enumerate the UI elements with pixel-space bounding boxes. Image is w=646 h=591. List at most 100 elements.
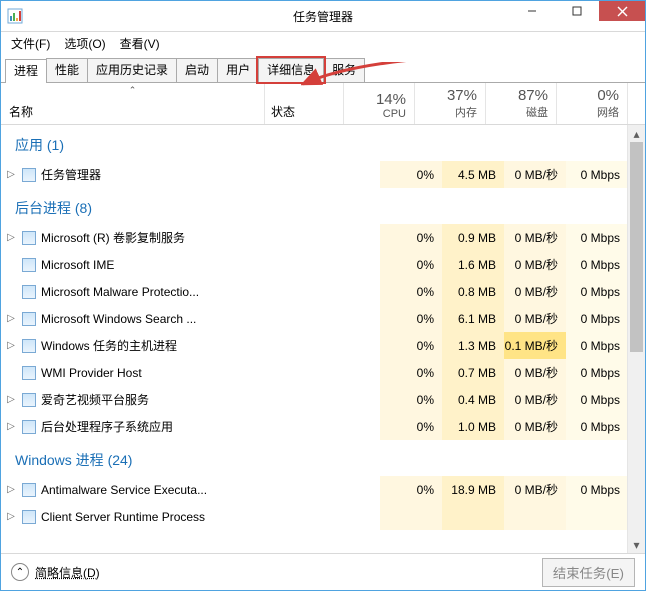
menu-options[interactable]: 选项(O) [58,33,111,54]
scroll-up-icon[interactable]: ▴ [628,125,645,142]
group-header: 后台进程 (8) [1,188,628,224]
table-row[interactable]: ▷后台处理程序子系统应用0%1.0 MB0 MB/秒0 Mbps [1,413,628,440]
cell-cpu: 0% [380,476,442,503]
expand-icon[interactable]: ▷ [5,232,17,243]
cell-memory: 18.9 MB [442,476,504,503]
process-icon [21,167,37,183]
table-row[interactable]: ▷Windows 任务的主机进程0%1.3 MB0.1 MB/秒0 Mbps [1,332,628,359]
chevron-up-icon: ⌃ [16,567,24,578]
table-row[interactable]: ▷Microsoft (R) 卷影复制服务0%0.9 MB0 MB/秒0 Mbp… [1,224,628,251]
net-label: 网络 [597,104,619,120]
col-network[interactable]: 0% 网络 [557,83,628,124]
collapse-button[interactable]: ⌃ [11,563,29,581]
tab-startup[interactable]: 启动 [176,58,218,82]
tab-services[interactable]: 服务 [323,58,365,82]
table-row[interactable]: ▷爱奇艺视频平台服务0%0.4 MB0 MB/秒0 Mbps [1,386,628,413]
table-row[interactable]: Microsoft IME0%1.6 MB0 MB/秒0 Mbps [1,251,628,278]
minimize-button[interactable] [509,1,554,21]
table-row[interactable]: WMI Provider Host0%0.7 MB0 MB/秒0 Mbps [1,359,628,386]
process-icon [21,311,37,327]
vertical-scrollbar[interactable]: ▴ ▾ [627,125,645,553]
cell-cpu: 0% [380,278,442,305]
expand-icon[interactable]: ▷ [5,484,17,495]
expand-icon[interactable]: ▷ [5,313,17,324]
cell-network: 0 Mbps [566,413,628,440]
cell-cpu: 0% [380,386,442,413]
cell-cpu: 0% [380,332,442,359]
process-name: Microsoft (R) 卷影复制服务 [41,229,314,246]
cell-disk: 0 MB/秒 [504,251,566,278]
expand-icon[interactable]: ▷ [5,421,17,432]
fewer-details-link[interactable]: 简略信息(D) [35,564,100,581]
table-row[interactable]: ▷Antimalware Service Executa...0%18.9 MB… [1,476,628,503]
scroll-thumb[interactable] [630,142,643,352]
cell-cpu: 0% [380,161,442,188]
col-disk[interactable]: 87% 磁盘 [486,83,557,124]
cell-network: 0 Mbps [566,332,628,359]
tab-performance[interactable]: 性能 [46,58,88,82]
col-status-label: 状态 [271,103,295,120]
process-icon [21,365,37,381]
close-button[interactable] [599,1,645,21]
process-icon [21,284,37,300]
scroll-down-icon[interactable]: ▾ [628,536,645,553]
process-list: 应用 (1)▷任务管理器0%4.5 MB0 MB/秒0 Mbps后台进程 (8)… [1,125,645,553]
cell-memory: 1.6 MB [442,251,504,278]
menu-view[interactable]: 查看(V) [114,33,166,54]
menu-file[interactable]: 文件(F) [5,33,56,54]
col-name-label: 名称 [9,103,256,120]
table-row[interactable]: ▷ Client Server Runtime Process [1,503,628,530]
process-name: Microsoft IME [41,258,314,272]
cell-cpu [380,503,442,530]
process-icon [21,230,37,246]
scroll-track[interactable] [628,142,645,536]
cell-network: 0 Mbps [566,251,628,278]
cell-memory: 0.7 MB [442,359,504,386]
table-row[interactable]: Microsoft Malware Protectio...0%0.8 MB0 … [1,278,628,305]
process-icon [21,419,37,435]
tab-processes[interactable]: 进程 [5,59,47,83]
expand-icon[interactable]: ▷ [5,169,17,180]
cell-memory: 6.1 MB [442,305,504,332]
cell-cpu: 0% [380,224,442,251]
cell-disk: 0 MB/秒 [504,161,566,188]
tab-app-history[interactable]: 应用历史记录 [87,58,177,82]
window: { "title": "任务管理器", "menubar": ["文件(F)",… [0,0,646,591]
expand-icon[interactable]: ▷ [5,340,17,351]
column-headers: ⌃ 名称 状态 14% CPU 37% 内存 87% 磁盘 0% 网络 [1,83,645,125]
table-row[interactable]: ▷Microsoft Windows Search ...0%6.1 MB0 M… [1,305,628,332]
end-task-button[interactable]: 结束任务(E) [542,558,635,587]
cell-network: 0 Mbps [566,305,628,332]
process-icon [21,257,37,273]
cell-disk: 0 MB/秒 [504,305,566,332]
col-cpu[interactable]: 14% CPU [344,83,415,124]
net-pct: 0% [597,87,619,104]
tab-row: 进程 性能 应用历史记录 启动 用户 详细信息 服务 [1,54,645,83]
col-name[interactable]: ⌃ 名称 [1,83,265,124]
cell-cpu: 0% [380,305,442,332]
tab-details[interactable]: 详细信息 [258,58,324,82]
col-memory[interactable]: 37% 内存 [415,83,486,124]
process-icon [21,509,37,525]
expand-icon[interactable]: ▷ [5,511,17,522]
cell-disk: 0 MB/秒 [504,359,566,386]
col-status[interactable]: 状态 [265,83,344,124]
cell-memory: 0.4 MB [442,386,504,413]
process-name: Microsoft Windows Search ... [41,312,314,326]
cell-memory: 1.0 MB [442,413,504,440]
tab-users[interactable]: 用户 [217,58,259,82]
process-name: 爱奇艺视频平台服务 [41,391,314,408]
cell-memory: 4.5 MB [442,161,504,188]
maximize-button[interactable] [554,1,599,21]
cell-network [566,503,628,530]
cell-memory: 0.9 MB [442,224,504,251]
expand-icon[interactable]: ▷ [5,394,17,405]
titlebar: 任务管理器 [1,1,645,32]
process-name: 任务管理器 [41,166,314,183]
cell-network: 0 Mbps [566,476,628,503]
table-row[interactable]: ▷任务管理器0%4.5 MB0 MB/秒0 Mbps [1,161,628,188]
cell-disk: 0 MB/秒 [504,278,566,305]
process-name: Client Server Runtime Process [41,510,314,524]
cell-memory: 1.3 MB [442,332,504,359]
cell-disk: 0 MB/秒 [504,386,566,413]
